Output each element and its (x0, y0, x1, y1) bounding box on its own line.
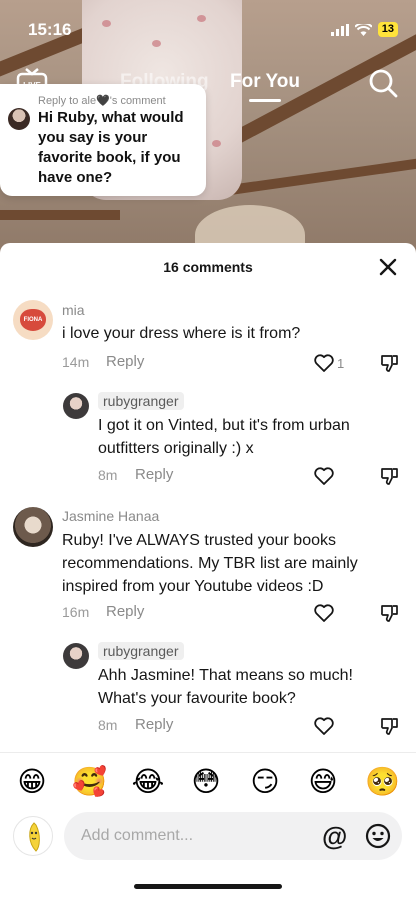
status-indicators: 13 (330, 22, 398, 37)
reply-button[interactable]: Reply (106, 353, 144, 370)
dislike-icon[interactable] (380, 603, 400, 623)
dislike-icon[interactable] (380, 353, 400, 373)
reply-item: rubygranger Ahh Jasmine! That means so m… (0, 642, 416, 739)
emoji-grin-button[interactable]: 😁 (15, 765, 49, 799)
heart-icon[interactable] (314, 604, 334, 622)
mention-at-icon[interactable]: @ (322, 822, 347, 850)
emoji-tears-of-joy-button[interactable]: 😂 (131, 765, 165, 799)
ceiling-beam (0, 210, 120, 220)
comment-text: Ahh Jasmine! That means so much! What's … (98, 667, 353, 707)
reply-to-comment-sticker[interactable]: Reply to ale🖤's comment Hi Ruby, what wo… (0, 84, 206, 196)
comment-input-row: @ (0, 812, 416, 862)
heart-icon[interactable] (314, 354, 334, 372)
avatar[interactable] (13, 816, 53, 856)
emoji-smirk-button[interactable]: 😏 (248, 765, 282, 799)
emoji-pleading-button[interactable]: 🥺 (365, 765, 400, 799)
close-icon[interactable] (378, 257, 398, 277)
heart-icon[interactable] (314, 467, 334, 485)
comment-item: Jasmine Hanaa Ruby! I've ALWAYS trusted … (0, 507, 416, 627)
reply-button[interactable]: Reply (135, 716, 173, 733)
banana-character-icon (29, 822, 40, 852)
comment-text: i love your dress where is it from? (62, 325, 301, 342)
avatar[interactable] (13, 507, 53, 547)
reply-button[interactable]: Reply (135, 466, 173, 483)
search-icon[interactable] (368, 68, 398, 98)
comment-text: Ruby! I've ALWAYS trusted your books rec… (62, 532, 358, 595)
comment-username[interactable]: mia (62, 302, 85, 318)
dislike-icon[interactable] (380, 716, 400, 736)
comment-time: 8m (98, 467, 118, 483)
reply-item: rubygranger I got it on Vinted, but it's… (0, 392, 416, 489)
apple-logo-icon: FIONA (20, 309, 46, 331)
comment-username[interactable]: Jasmine Hanaa (62, 508, 159, 524)
battery-indicator: 13 (377, 22, 398, 37)
comments-count-title: 16 comments (163, 259, 253, 275)
signal-icon (330, 23, 349, 36)
emoji-picker-icon[interactable] (365, 823, 391, 849)
emoji-hearts-button[interactable]: 🥰 (72, 765, 107, 799)
avatar[interactable] (63, 393, 89, 419)
like-count: 1 (337, 356, 345, 371)
active-tab-indicator (249, 99, 281, 102)
quick-emoji-bar: 😁 🥰 😂 😳 😏 😅 🥺 (0, 752, 416, 810)
avatar[interactable] (63, 643, 89, 669)
emoji-sweat-smile-button[interactable]: 😅 (306, 765, 340, 799)
creator-username-badge[interactable]: rubygranger (98, 642, 184, 660)
comment-time: 8m (98, 717, 118, 733)
comment-text: I got it on Vinted, but it's from urban … (98, 417, 350, 457)
reply-question-text: Hi Ruby, what would you say is your favo… (38, 109, 184, 186)
creator-username-badge[interactable]: rubygranger (98, 392, 184, 410)
status-time: 15:16 (28, 20, 72, 39)
avatar (8, 108, 30, 130)
reply-button[interactable]: Reply (106, 603, 144, 620)
avatar[interactable]: FIONA (13, 300, 53, 340)
dislike-icon[interactable] (380, 466, 400, 486)
comment-time: 16m (62, 604, 90, 620)
home-indicator (134, 884, 282, 889)
reply-caption: Reply to ale🖤's comment (38, 95, 166, 107)
emoji-flushed-button[interactable]: 😳 (189, 765, 223, 799)
status-bar: 15:16 13 (0, 0, 416, 56)
add-comment-input[interactable] (64, 812, 402, 860)
comment-item: FIONA mia i love your dress where is it … (0, 300, 416, 380)
heart-icon[interactable] (314, 717, 334, 735)
ceiling-beam (229, 148, 416, 195)
comment-time: 14m (62, 354, 90, 370)
tab-for-you[interactable]: For You (230, 71, 300, 93)
wifi-icon (354, 23, 372, 36)
